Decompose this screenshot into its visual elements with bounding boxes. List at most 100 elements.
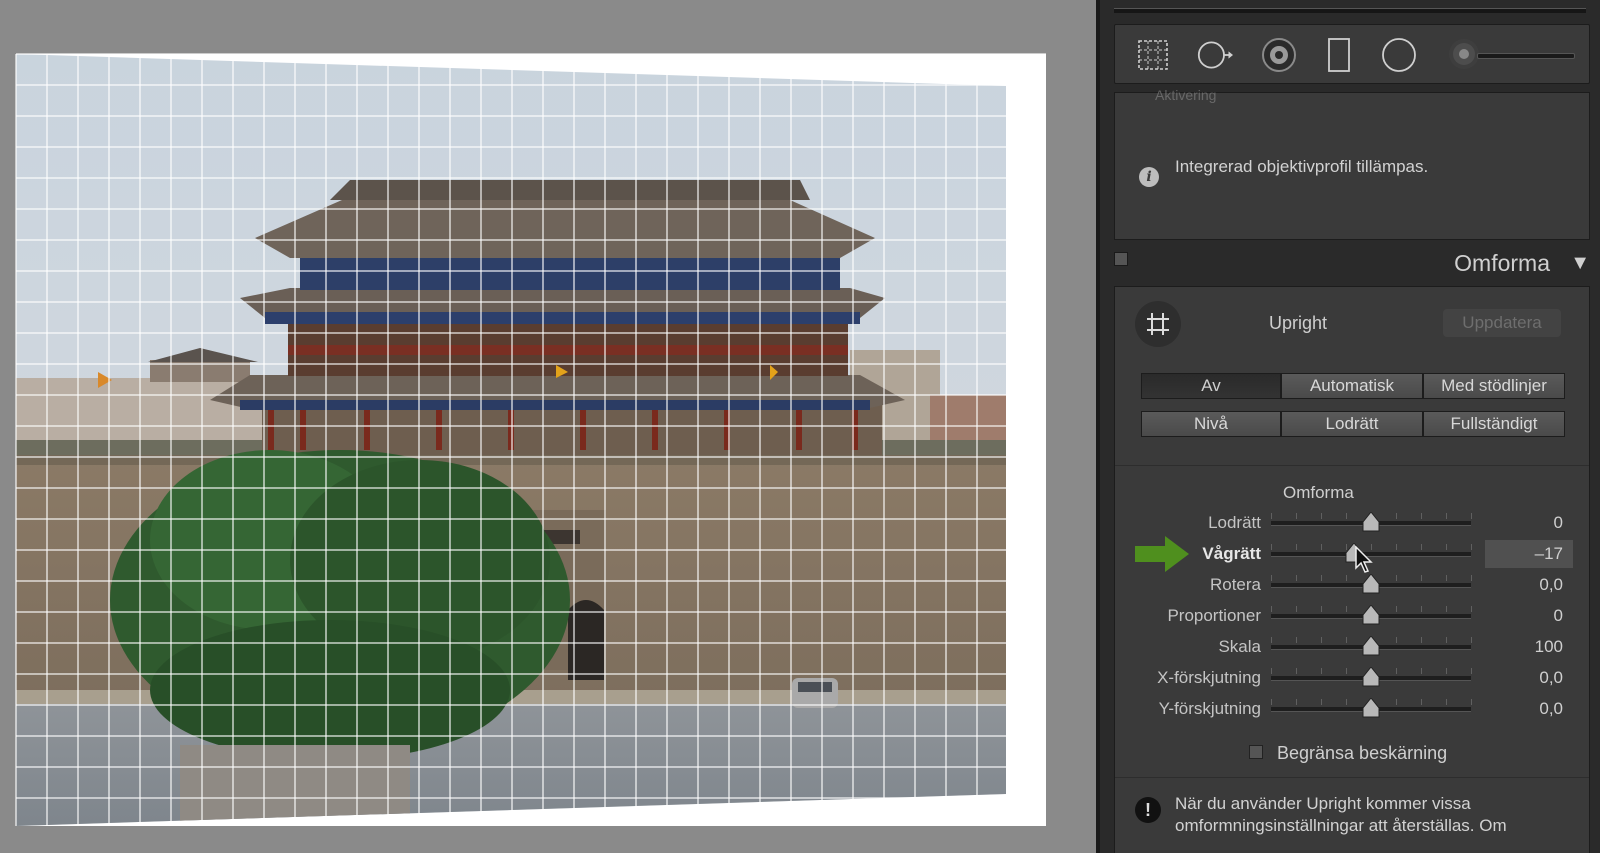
slider-tick xyxy=(1421,513,1422,519)
slider-tick xyxy=(1296,513,1297,519)
slider-row[interactable]: Vågrätt –17 xyxy=(1115,536,1591,573)
slider-value[interactable]: 0 xyxy=(1554,513,1563,533)
slider-tick xyxy=(1446,544,1447,550)
slider-label: Proportioner xyxy=(1167,606,1261,625)
slider-tick xyxy=(1321,575,1322,581)
slider-tick xyxy=(1421,637,1422,643)
graduated-filter-icon[interactable] xyxy=(1321,37,1357,73)
slider-tick xyxy=(1421,544,1422,550)
slider-tick xyxy=(1471,575,1472,581)
section-title: Omforma xyxy=(1454,250,1550,276)
marquee-grid-icon[interactable] xyxy=(1135,37,1171,73)
update-button[interactable]: Uppdatera xyxy=(1443,309,1561,337)
radial-filter-icon[interactable] xyxy=(1381,37,1417,73)
slider-tick xyxy=(1346,606,1347,612)
slider-tick xyxy=(1446,699,1447,705)
slider-tick xyxy=(1321,668,1322,674)
slider-tick xyxy=(1296,575,1297,581)
brush-size-slider[interactable] xyxy=(1477,53,1575,59)
slider-tick xyxy=(1271,575,1272,581)
slider-tick xyxy=(1346,513,1347,519)
photo-canvas[interactable] xyxy=(0,0,1096,853)
upright-label: Upright xyxy=(1269,313,1328,333)
slider-row[interactable]: X-förskjutning 0,0 xyxy=(1115,664,1591,694)
transform-panel: Upright Uppdatera Av Automatisk Med stöd… xyxy=(1114,286,1590,853)
upright-off-button[interactable]: Av xyxy=(1141,373,1281,399)
collapse-triangle-icon[interactable]: ▼ xyxy=(1570,252,1590,275)
cut-off-label: Aktivering xyxy=(1155,87,1217,103)
slider-tick xyxy=(1396,668,1397,674)
slider-tick xyxy=(1346,575,1347,581)
slider-tick xyxy=(1346,668,1347,674)
divider xyxy=(1115,465,1589,466)
slider-tick xyxy=(1446,668,1447,674)
slider-row[interactable]: Proportioner 0 xyxy=(1115,602,1591,632)
slider-value[interactable]: –17 xyxy=(1535,544,1563,564)
panel-toggle-switch[interactable] xyxy=(1114,252,1128,266)
divider xyxy=(1115,777,1589,778)
red-eye-icon[interactable] xyxy=(1261,37,1297,73)
slider-value[interactable]: 0,0 xyxy=(1539,575,1563,595)
slider-tick xyxy=(1296,637,1297,643)
slider-tick xyxy=(1321,544,1322,550)
slider-tick xyxy=(1471,637,1472,643)
upright-guided-button[interactable]: Med stödlinjer xyxy=(1423,373,1565,399)
develop-right-panel: Aktivering i Integrerad objektivprofil t… xyxy=(1096,0,1600,853)
upright-full-button[interactable]: Fullständigt xyxy=(1423,411,1565,437)
slider-tick xyxy=(1446,637,1447,643)
tool-strip xyxy=(1114,24,1590,84)
warning-icon: ! xyxy=(1135,797,1161,823)
guided-upright-tool[interactable] xyxy=(1135,301,1181,347)
constrain-crop-label[interactable]: Begränsa beskärning xyxy=(1277,743,1447,764)
slider-tick xyxy=(1296,544,1297,550)
slider-label: Rotera xyxy=(1209,575,1261,594)
slider-tick xyxy=(1396,575,1397,581)
slider-tick xyxy=(1396,544,1397,550)
slider-row[interactable]: Skala 100 xyxy=(1115,633,1591,663)
slider-tick xyxy=(1321,513,1322,519)
slider-tick xyxy=(1296,699,1297,705)
slider-tick xyxy=(1296,668,1297,674)
slider-tick xyxy=(1471,668,1472,674)
slider-label: Vågrätt xyxy=(1202,544,1261,563)
slider-tick xyxy=(1471,606,1472,612)
slider-tick xyxy=(1421,699,1422,705)
slider-tick xyxy=(1396,699,1397,705)
slider-value[interactable]: 0 xyxy=(1554,606,1563,626)
slider-value[interactable]: 0,0 xyxy=(1539,699,1563,719)
slider-tick xyxy=(1421,606,1422,612)
transform-section-header[interactable]: Omforma ▼ xyxy=(1114,246,1590,282)
slider-tick xyxy=(1396,637,1397,643)
constrain-crop-checkbox[interactable] xyxy=(1249,745,1263,759)
slider-tick xyxy=(1271,513,1272,519)
slider-tick xyxy=(1421,575,1422,581)
slider-value[interactable]: 100 xyxy=(1535,637,1563,657)
upright-vertical-button[interactable]: Lodrätt xyxy=(1281,411,1423,437)
slider-tick xyxy=(1471,513,1472,519)
slider-tick xyxy=(1446,513,1447,519)
slider-row[interactable]: Lodrätt 0 xyxy=(1115,509,1591,539)
spot-removal-icon[interactable] xyxy=(1197,37,1233,73)
slider-row[interactable]: Rotera 0,0 xyxy=(1115,571,1591,601)
photo-preview[interactable] xyxy=(0,0,1096,853)
lens-profile-info-text: Integrerad objektivprofil tillämpas. xyxy=(1175,157,1429,176)
slider-tick xyxy=(1271,637,1272,643)
slider-tick xyxy=(1421,668,1422,674)
panel-top-divider xyxy=(1114,8,1586,13)
upright-auto-button[interactable]: Automatisk xyxy=(1281,373,1423,399)
lens-corrections-panel: Aktivering i Integrerad objektivprofil t… xyxy=(1114,87,1590,240)
transform-subtitle: Omforma xyxy=(1283,483,1354,502)
slider-tick xyxy=(1321,606,1322,612)
crop-icon xyxy=(1147,313,1169,335)
slider-tick xyxy=(1321,699,1322,705)
warning-text: När du använder Upright kommer vissa omf… xyxy=(1175,794,1507,835)
slider-label: Y-förskjutning xyxy=(1158,699,1261,718)
slider-value[interactable]: 0,0 xyxy=(1539,668,1563,688)
slider-label: X-förskjutning xyxy=(1157,668,1261,687)
upright-level-button[interactable]: Nivå xyxy=(1141,411,1281,437)
slider-label: Skala xyxy=(1218,637,1261,656)
slider-row[interactable]: Y-förskjutning 0,0 xyxy=(1115,695,1591,725)
slider-tick xyxy=(1271,606,1272,612)
adjustment-brush-icon[interactable] xyxy=(1453,43,1475,65)
info-icon: i xyxy=(1139,167,1159,187)
